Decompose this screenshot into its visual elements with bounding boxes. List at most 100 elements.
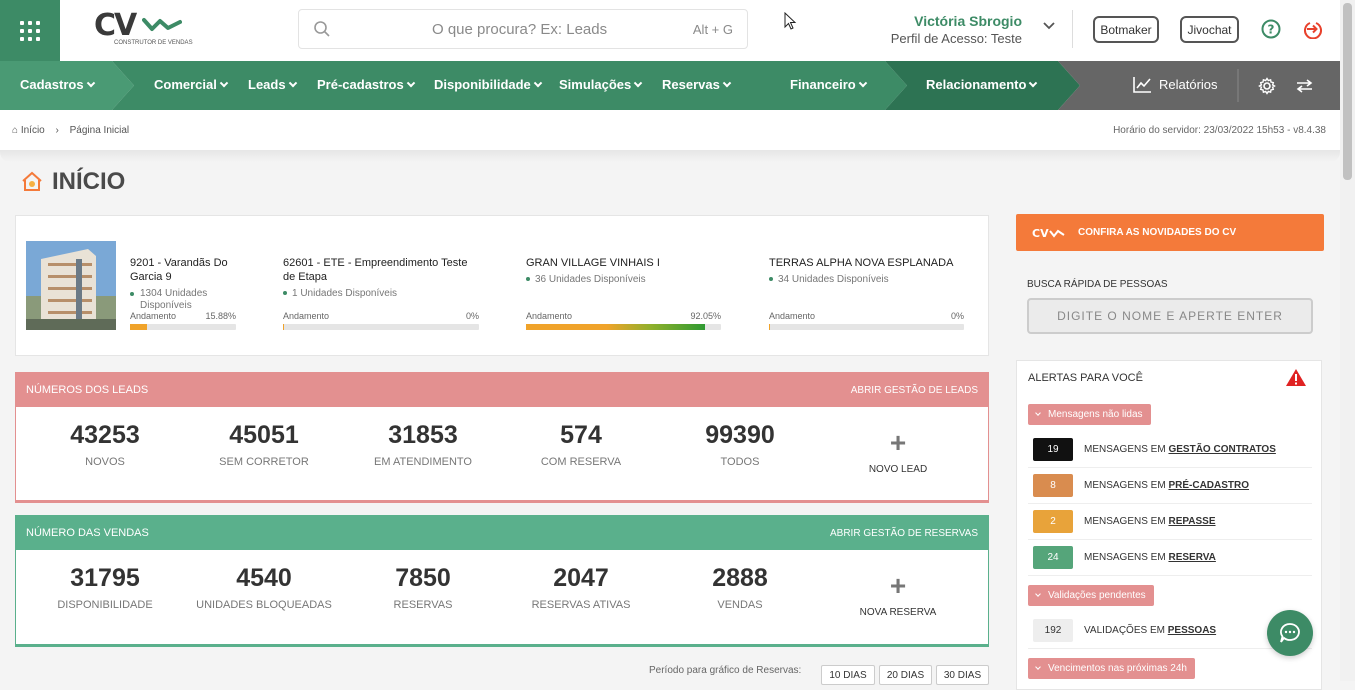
empreendimento-item[interactable]: 9201 - Varandãs Do Garcia 9 1304 Unidade… (130, 256, 240, 312)
vendas-panel-title: NÚMERO DAS VENDAS (26, 527, 149, 539)
logo-wave-icon (142, 18, 182, 31)
svg-text:CV: CV (1032, 227, 1049, 240)
swap-arrows-icon[interactable] (1296, 79, 1313, 93)
nav-comercial[interactable]: Comercial (154, 77, 229, 92)
alert-count: 24 (1033, 546, 1073, 569)
alert-link[interactable]: PRÉ-CADASTRO (1168, 480, 1249, 491)
alert-count: 2 (1033, 510, 1073, 533)
logo[interactable]: CV CONSTRUTOR DE VENDAS (94, 8, 193, 50)
nav-pre-cadastros[interactable]: Pré-cadastros (317, 77, 415, 92)
progress-value: 0% (950, 311, 964, 321)
chat-bubble-icon (1280, 623, 1300, 643)
chat-button[interactable] (1267, 610, 1313, 656)
period-20-button[interactable]: 20 DIAS (879, 665, 932, 685)
nav-cadastros[interactable]: Cadastros (20, 77, 95, 92)
stat-sem-corretor[interactable]: 45051 SEM CORRETOR (194, 421, 334, 468)
jivochat-button[interactable]: Jivochat (1180, 16, 1239, 43)
new-lead-button[interactable]: + NOVO LEAD (838, 429, 958, 476)
progress-value: 0% (465, 311, 479, 321)
alert-row[interactable]: 8 MENSAGENS EM PRÉ-CADASTRO (1028, 468, 1312, 504)
home-sale-icon (22, 171, 42, 191)
nav-disponibilidade[interactable]: Disponibilidade (434, 77, 543, 92)
logout-icon[interactable] (1303, 19, 1323, 39)
chevron-down-icon (1035, 591, 1041, 597)
stat-todos[interactable]: 99390 TODOS (670, 421, 810, 468)
group-vencimentos[interactable]: Vencimentos nas próximas 24h (1028, 658, 1195, 679)
home-icon[interactable]: ⌂ (12, 125, 18, 136)
novidades-banner[interactable]: CV CONFIRA AS NOVIDADES DO CV (1016, 214, 1324, 251)
open-reservas-link[interactable]: ABRIR GESTÃO DE RESERVAS (830, 528, 978, 539)
progress-value: 15.88% (205, 311, 236, 321)
breadcrumb-home[interactable]: Início (21, 125, 45, 136)
nav-reservas[interactable]: Reservas (662, 77, 732, 92)
nav-simulacoes[interactable]: Simulações (559, 77, 643, 92)
page-scrollbar[interactable] (1340, 0, 1355, 681)
stat-unidades-bloqueadas[interactable]: 4540 UNIDADES BLOQUEADAS (194, 564, 334, 611)
alerts-title: ALERTAS PARA VOCÊ (1028, 372, 1143, 384)
warning-icon (1286, 369, 1306, 386)
alert-row[interactable]: 19 MENSAGENS EM GESTÃO CONTRATOS (1028, 432, 1312, 468)
help-icon[interactable]: ? (1261, 19, 1281, 39)
stat-com-reserva[interactable]: 574 COM RESERVA (511, 421, 651, 468)
status-dot (769, 277, 773, 282)
stat-novos[interactable]: 43253 NOVOS (35, 421, 175, 468)
page-title: INÍCIO (20, 168, 125, 196)
progress-value: 92.05% (690, 311, 721, 321)
settings-gear-icon[interactable] (1258, 77, 1276, 95)
chevron-down-icon (722, 78, 732, 88)
alert-row[interactable]: 2 MENSAGENS EM REPASSE (1028, 504, 1312, 540)
chevron-down-icon (858, 78, 867, 88)
chevron-down-icon (219, 78, 229, 88)
alert-link[interactable]: GESTÃO CONTRATOS (1168, 444, 1275, 455)
stat-em-atendimento[interactable]: 31853 EM ATENDIMENTO (353, 421, 493, 468)
svg-text:?: ? (1268, 23, 1275, 37)
alert-link[interactable]: REPASSE (1168, 516, 1215, 527)
nav-financeiro[interactable]: Financeiro (790, 77, 867, 92)
open-leads-link[interactable]: ABRIR GESTÃO DE LEADS (851, 385, 978, 396)
empreendimento-item[interactable]: 62601 - ETE - Empreendimento Teste de Et… (283, 256, 473, 300)
building-photo[interactable] (26, 241, 116, 330)
nav-relacionamento[interactable]: Relacionamento (926, 77, 1038, 92)
mouse-cursor-icon (784, 12, 797, 30)
progress-fill (130, 324, 147, 330)
alert-count: 8 (1033, 474, 1073, 497)
nav-leads[interactable]: Leads (248, 77, 297, 92)
scrollbar-thumb[interactable] (1343, 3, 1352, 180)
progress-label: Andamento (769, 311, 816, 321)
progress-fill (283, 324, 285, 330)
empreendimento-item[interactable]: TERRAS ALPHA NOVA ESPLANADA 34 Unidades … (769, 256, 959, 286)
alert-count: 19 (1033, 438, 1073, 461)
group-mensagens-nao-lidas[interactable]: Mensagens não lidas (1028, 404, 1151, 425)
period-10-button[interactable]: 10 DIAS (821, 665, 875, 685)
status-dot (526, 277, 530, 282)
quick-search-input[interactable]: DIGITE O NOME E APERTE ENTER (1027, 298, 1313, 334)
chevron-down-icon[interactable] (1043, 22, 1055, 30)
breadcrumb-current: Página Inicial (69, 125, 130, 136)
progress-bar (769, 324, 964, 330)
stat-reservas[interactable]: 7850 RESERVAS (353, 564, 493, 611)
progress-fill (526, 324, 706, 330)
global-search[interactable]: O que procura? Ex: Leads Alt + G (298, 9, 748, 49)
user-menu[interactable]: Victória Sbrogio Perfil de Acesso: Teste (891, 13, 1022, 46)
empreendimento-item[interactable]: GRAN VILLAGE VINHAIS I 36 Unidades Dispo… (526, 256, 716, 286)
apps-menu-button[interactable] (0, 0, 60, 61)
main-nav: Cadastros Comercial Leads Pré-cadastros … (0, 61, 1340, 110)
stat-disponibilidade[interactable]: 31795 DISPONIBILIDADE (35, 564, 175, 611)
chevron-down-icon (86, 78, 95, 88)
divider (1072, 10, 1073, 48)
stat-reservas-ativas[interactable]: 2047 RESERVAS ATIVAS (511, 564, 651, 611)
new-reserva-button[interactable]: + NOVA RESERVA (838, 572, 958, 619)
alert-link[interactable]: PESSOAS (1168, 625, 1216, 636)
page-heading: INÍCIO (52, 168, 126, 195)
chevron-down-icon (533, 78, 543, 88)
server-time: Horário do servidor: 23/03/2022 15h53 - … (1113, 125, 1326, 136)
nav-relatorios[interactable]: Relatórios (1133, 76, 1218, 93)
group-validacoes-pendentes[interactable]: Validações pendentes (1028, 585, 1154, 606)
stat-vendas[interactable]: 2888 VENDAS (670, 564, 810, 611)
alert-row[interactable]: 24 MENSAGENS EM RESERVA (1028, 540, 1312, 576)
progress-label: Andamento (283, 311, 330, 321)
botmaker-button[interactable]: Botmaker (1093, 16, 1159, 43)
user-role: Perfil de Acesso: Teste (890, 31, 1022, 46)
period-30-button[interactable]: 30 DIAS (936, 665, 989, 685)
alert-link[interactable]: RESERVA (1168, 552, 1215, 563)
